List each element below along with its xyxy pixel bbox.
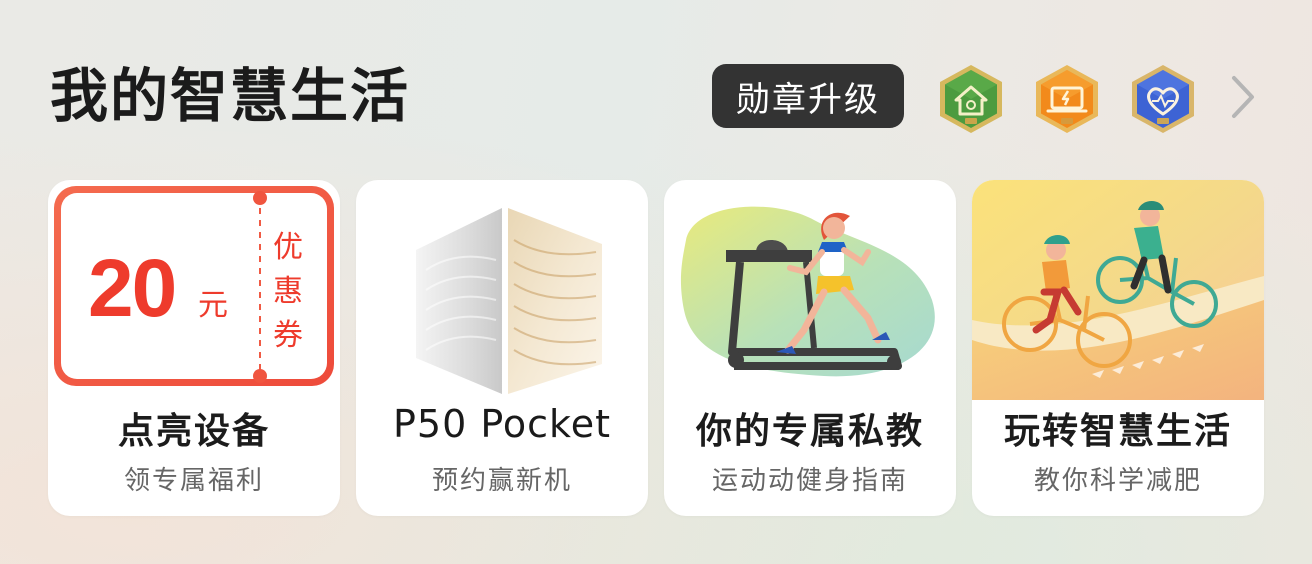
card-personal-trainer[interactable]: 你的专属私教 运动动健身指南: [664, 180, 956, 516]
house-badge-icon[interactable]: [934, 62, 1008, 136]
page-title: 我的智慧生活: [50, 62, 411, 130]
card-subtitle: 预约赢新机: [431, 466, 572, 496]
laptop-charge-badge-icon[interactable]: [1030, 62, 1104, 136]
foldable-phone-image: [416, 208, 602, 394]
card-p50-pocket[interactable]: P50 Pocket 预约赢新机: [356, 180, 648, 516]
chevron-right-icon[interactable]: [1222, 72, 1262, 122]
card-subtitle: 领专属福利: [123, 466, 264, 496]
card-light-device[interactable]: 20 元 优惠券 点亮设备 领专属福利: [48, 180, 340, 516]
coupon-tag: 优惠券: [273, 230, 303, 353]
badge-upgrade-button[interactable]: 勋章升级: [712, 64, 904, 128]
card-smart-life[interactable]: 玩转智慧生活 教你科学减肥: [972, 180, 1264, 516]
coupon-20-yuan[interactable]: 20 元 优惠券: [54, 186, 334, 386]
card-title: 你的专属私教: [695, 411, 924, 452]
card-title: P50 Pocket: [393, 402, 611, 446]
card-title: 玩转智慧生活: [1003, 411, 1232, 452]
coupon-amount: 20: [88, 243, 177, 334]
coupon-unit: 元: [198, 288, 228, 323]
heart-health-badge-icon[interactable]: [1126, 62, 1200, 136]
treadmill-runner-illustration: [680, 206, 935, 377]
card-subtitle: 教你科学减肥: [1033, 466, 1202, 496]
card-title: 点亮设备: [117, 411, 270, 452]
card-subtitle: 运动动健身指南: [711, 466, 908, 496]
cyclists-illustration: [972, 180, 1264, 400]
